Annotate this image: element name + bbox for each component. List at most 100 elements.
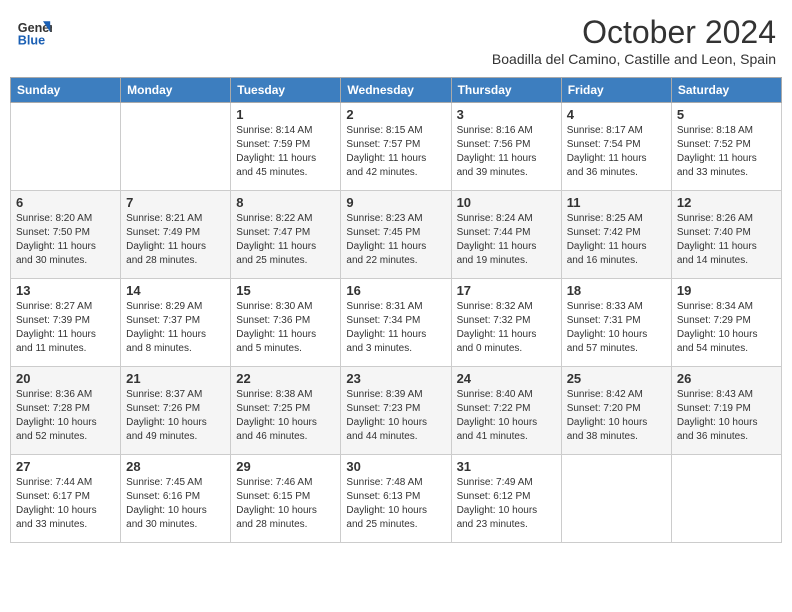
- location-subtitle: Boadilla del Camino, Castille and Leon, …: [492, 51, 776, 67]
- month-title: October 2024: [492, 14, 776, 51]
- day-number: 9: [346, 195, 445, 210]
- day-info: Sunrise: 8:31 AM Sunset: 7:34 PM Dayligh…: [346, 300, 445, 356]
- calendar-cell: [11, 103, 121, 191]
- day-number: 5: [677, 107, 776, 122]
- day-number: 29: [236, 459, 335, 474]
- day-number: 10: [457, 195, 556, 210]
- calendar-cell: 28 Sunrise: 7:45 AM Sunset: 6:16 PM Dayli…: [121, 455, 231, 543]
- calendar-cell: 16 Sunrise: 8:31 AM Sunset: 7:34 PM Dayli…: [341, 279, 451, 367]
- day-number: 24: [457, 371, 556, 386]
- day-info: Sunrise: 8:17 AM Sunset: 7:54 PM Dayligh…: [567, 124, 666, 180]
- calendar-cell: 8 Sunrise: 8:22 AM Sunset: 7:47 PM Daylig…: [231, 191, 341, 279]
- day-number: 8: [236, 195, 335, 210]
- day-info: Sunrise: 8:14 AM Sunset: 7:59 PM Dayligh…: [236, 124, 335, 180]
- day-header-sunday: Sunday: [11, 78, 121, 103]
- day-number: 23: [346, 371, 445, 386]
- day-number: 19: [677, 283, 776, 298]
- calendar-cell: 29 Sunrise: 7:46 AM Sunset: 6:15 PM Dayli…: [231, 455, 341, 543]
- calendar-cell: 3 Sunrise: 8:16 AM Sunset: 7:56 PM Daylig…: [451, 103, 561, 191]
- day-info: Sunrise: 8:27 AM Sunset: 7:39 PM Dayligh…: [16, 300, 115, 356]
- calendar-cell: [671, 455, 781, 543]
- day-info: Sunrise: 8:30 AM Sunset: 7:36 PM Dayligh…: [236, 300, 335, 356]
- day-info: Sunrise: 7:45 AM Sunset: 6:16 PM Dayligh…: [126, 476, 225, 532]
- calendar-cell: 13 Sunrise: 8:27 AM Sunset: 7:39 PM Dayli…: [11, 279, 121, 367]
- calendar-cell: 27 Sunrise: 7:44 AM Sunset: 6:17 PM Dayli…: [11, 455, 121, 543]
- day-number: 13: [16, 283, 115, 298]
- day-number: 3: [457, 107, 556, 122]
- day-header-saturday: Saturday: [671, 78, 781, 103]
- day-number: 27: [16, 459, 115, 474]
- day-info: Sunrise: 7:46 AM Sunset: 6:15 PM Dayligh…: [236, 476, 335, 532]
- day-number: 28: [126, 459, 225, 474]
- calendar-cell: 31 Sunrise: 7:49 AM Sunset: 6:12 PM Dayli…: [451, 455, 561, 543]
- day-header-friday: Friday: [561, 78, 671, 103]
- calendar-cell: 17 Sunrise: 8:32 AM Sunset: 7:32 PM Dayli…: [451, 279, 561, 367]
- day-header-tuesday: Tuesday: [231, 78, 341, 103]
- day-number: 20: [16, 371, 115, 386]
- calendar-cell: 6Sunrise: 8:20 AM Sunset: 7:50 PM Daylig…: [11, 191, 121, 279]
- calendar-cell: 11 Sunrise: 8:25 AM Sunset: 7:42 PM Dayli…: [561, 191, 671, 279]
- day-info: Sunrise: 8:38 AM Sunset: 7:25 PM Dayligh…: [236, 388, 335, 444]
- week-row-1: 6Sunrise: 8:20 AM Sunset: 7:50 PM Daylig…: [11, 191, 782, 279]
- day-number: 25: [567, 371, 666, 386]
- calendar-cell: 4 Sunrise: 8:17 AM Sunset: 7:54 PM Daylig…: [561, 103, 671, 191]
- calendar-cell: 5 Sunrise: 8:18 AM Sunset: 7:52 PM Daylig…: [671, 103, 781, 191]
- day-info: Sunrise: 8:29 AM Sunset: 7:37 PM Dayligh…: [126, 300, 225, 356]
- calendar-cell: 24 Sunrise: 8:40 AM Sunset: 7:22 PM Dayli…: [451, 367, 561, 455]
- svg-text:Blue: Blue: [18, 34, 45, 48]
- day-header-wednesday: Wednesday: [341, 78, 451, 103]
- title-area: October 2024 Boadilla del Camino, Castil…: [492, 14, 776, 67]
- day-header-thursday: Thursday: [451, 78, 561, 103]
- day-info: Sunrise: 8:15 AM Sunset: 7:57 PM Dayligh…: [346, 124, 445, 180]
- calendar-cell: 26Sunrise: 8:43 AM Sunset: 7:19 PM Dayli…: [671, 367, 781, 455]
- calendar-cell: 2 Sunrise: 8:15 AM Sunset: 7:57 PM Daylig…: [341, 103, 451, 191]
- day-number: 6: [16, 195, 115, 210]
- day-number: 18: [567, 283, 666, 298]
- week-row-4: 27 Sunrise: 7:44 AM Sunset: 6:17 PM Dayli…: [11, 455, 782, 543]
- week-row-3: 20 Sunrise: 8:36 AM Sunset: 7:28 PM Dayli…: [11, 367, 782, 455]
- day-info: Sunrise: 7:49 AM Sunset: 6:12 PM Dayligh…: [457, 476, 556, 532]
- day-info: Sunrise: 8:16 AM Sunset: 7:56 PM Dayligh…: [457, 124, 556, 180]
- logo-icon: General Blue: [16, 14, 52, 50]
- day-info: Sunrise: 8:18 AM Sunset: 7:52 PM Dayligh…: [677, 124, 776, 180]
- day-number: 7: [126, 195, 225, 210]
- day-number: 1: [236, 107, 335, 122]
- day-info: Sunrise: 8:32 AM Sunset: 7:32 PM Dayligh…: [457, 300, 556, 356]
- calendar-cell: 22 Sunrise: 8:38 AM Sunset: 7:25 PM Dayli…: [231, 367, 341, 455]
- day-info: Sunrise: 8:25 AM Sunset: 7:42 PM Dayligh…: [567, 212, 666, 268]
- day-info: Sunrise: 8:26 AM Sunset: 7:40 PM Dayligh…: [677, 212, 776, 268]
- calendar-cell: 12 Sunrise: 8:26 AM Sunset: 7:40 PM Dayli…: [671, 191, 781, 279]
- calendar-cell: 10 Sunrise: 8:24 AM Sunset: 7:44 PM Dayli…: [451, 191, 561, 279]
- day-info: Sunrise: 8:36 AM Sunset: 7:28 PM Dayligh…: [16, 388, 115, 444]
- calendar-cell: [121, 103, 231, 191]
- calendar-cell: 30Sunrise: 7:48 AM Sunset: 6:13 PM Dayli…: [341, 455, 451, 543]
- day-header-monday: Monday: [121, 78, 231, 103]
- day-info: Sunrise: 8:42 AM Sunset: 7:20 PM Dayligh…: [567, 388, 666, 444]
- day-info: Sunrise: 7:44 AM Sunset: 6:17 PM Dayligh…: [16, 476, 115, 532]
- calendar-cell: [561, 455, 671, 543]
- week-row-2: 13 Sunrise: 8:27 AM Sunset: 7:39 PM Dayli…: [11, 279, 782, 367]
- week-row-0: 1 Sunrise: 8:14 AM Sunset: 7:59 PM Daylig…: [11, 103, 782, 191]
- day-number: 17: [457, 283, 556, 298]
- day-info: Sunrise: 8:22 AM Sunset: 7:47 PM Dayligh…: [236, 212, 335, 268]
- day-info: Sunrise: 8:40 AM Sunset: 7:22 PM Dayligh…: [457, 388, 556, 444]
- day-number: 4: [567, 107, 666, 122]
- page-header: General Blue October 2024 Boadilla del C…: [10, 10, 782, 71]
- logo: General Blue: [16, 14, 52, 50]
- day-number: 15: [236, 283, 335, 298]
- calendar-cell: 14 Sunrise: 8:29 AM Sunset: 7:37 PM Dayli…: [121, 279, 231, 367]
- calendar-cell: 20 Sunrise: 8:36 AM Sunset: 7:28 PM Dayli…: [11, 367, 121, 455]
- day-info: Sunrise: 8:23 AM Sunset: 7:45 PM Dayligh…: [346, 212, 445, 268]
- day-number: 14: [126, 283, 225, 298]
- day-info: Sunrise: 8:24 AM Sunset: 7:44 PM Dayligh…: [457, 212, 556, 268]
- day-number: 2: [346, 107, 445, 122]
- day-info: Sunrise: 7:48 AM Sunset: 6:13 PM Dayligh…: [346, 476, 445, 532]
- day-number: 12: [677, 195, 776, 210]
- calendar-cell: 21Sunrise: 8:37 AM Sunset: 7:26 PM Dayli…: [121, 367, 231, 455]
- calendar-cell: 7Sunrise: 8:21 AM Sunset: 7:49 PM Daylig…: [121, 191, 231, 279]
- day-number: 16: [346, 283, 445, 298]
- day-number: 31: [457, 459, 556, 474]
- calendar-cell: 1 Sunrise: 8:14 AM Sunset: 7:59 PM Daylig…: [231, 103, 341, 191]
- day-number: 22: [236, 371, 335, 386]
- day-number: 11: [567, 195, 666, 210]
